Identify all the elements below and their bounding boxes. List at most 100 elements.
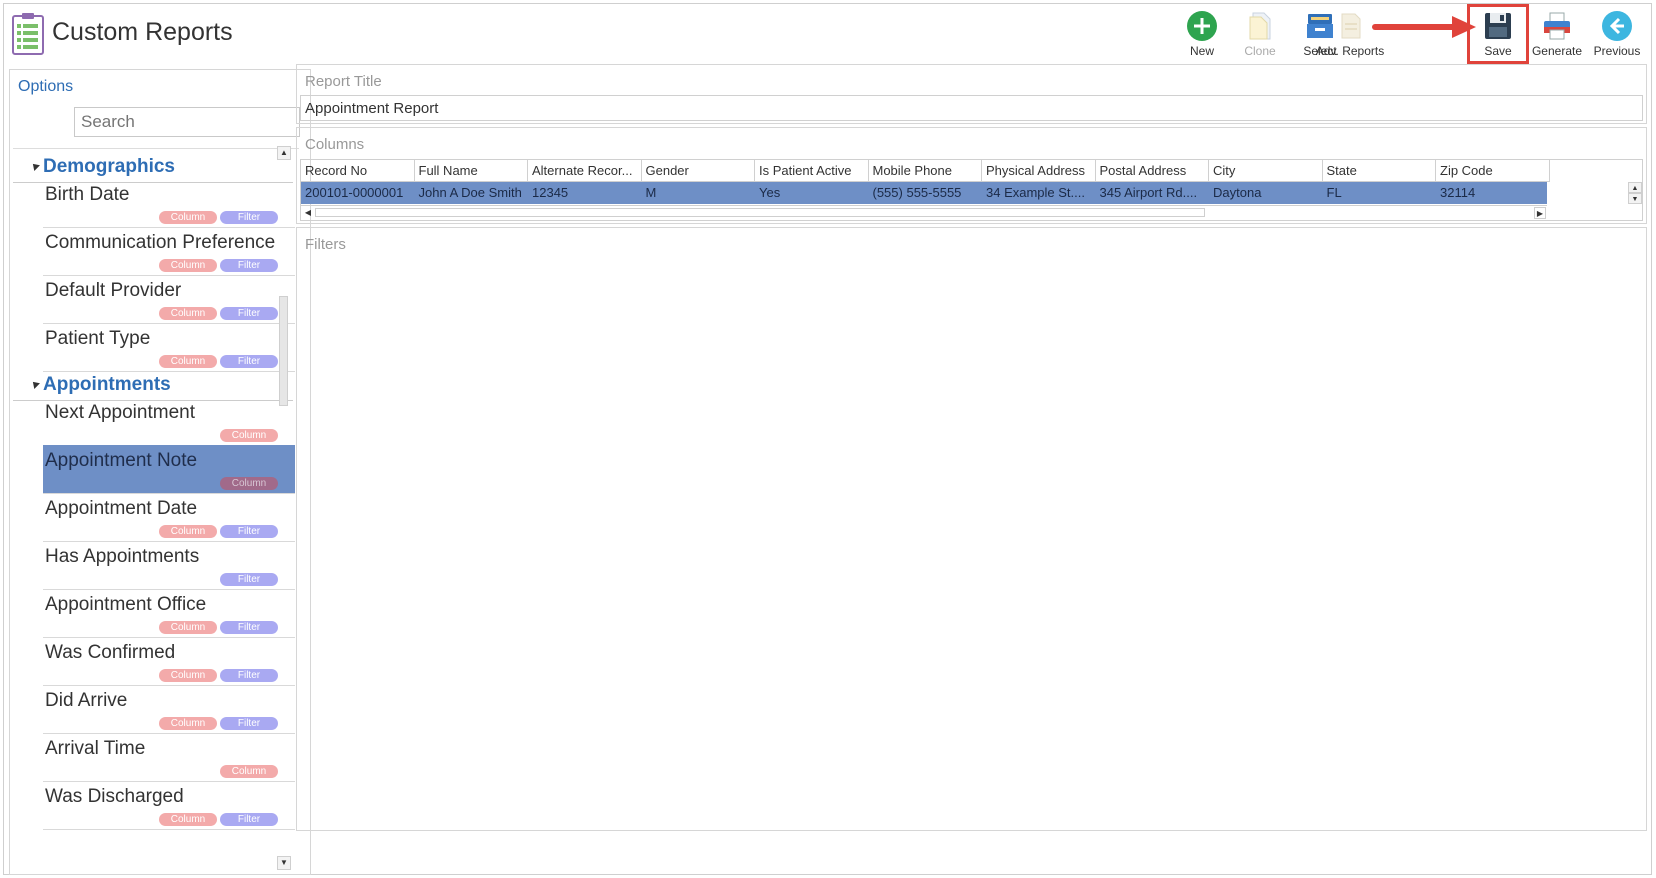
scroll-thumb[interactable] — [315, 208, 1205, 217]
add-icon — [1187, 11, 1217, 41]
scroll-thumb[interactable] — [279, 296, 288, 406]
list-item[interactable]: Communication Preference Column Filter — [43, 227, 295, 276]
column-tag[interactable]: Column — [159, 621, 217, 634]
column-tag[interactable]: Column — [159, 525, 217, 538]
filter-tag[interactable]: Filter — [220, 355, 278, 368]
column-header[interactable]: Is Patient Active — [755, 160, 869, 182]
column-header[interactable]: Alternate Recor... — [528, 160, 642, 182]
filter-tag[interactable]: Filter — [220, 669, 278, 682]
column-tag[interactable]: Column — [220, 477, 278, 490]
column-header[interactable]: Physical Address — [982, 160, 1096, 182]
list-item-label: Was Discharged — [45, 786, 184, 807]
columns-grid: ▲ ▼ ◀ ▶ Record No Full Name Alternate Reco… — [300, 159, 1643, 221]
grid-horizontal-scrollbar[interactable]: ◀ ▶ — [301, 205, 1547, 220]
grid-vertical-scrollbar[interactable]: ▲ ▼ — [1628, 182, 1642, 204]
table-cell[interactable]: John A Doe Smith — [415, 182, 529, 204]
filter-tag[interactable]: Filter — [220, 813, 278, 826]
column-header[interactable]: Gender — [641, 160, 755, 182]
column-tag[interactable]: Column — [220, 765, 278, 778]
column-header[interactable]: City — [1209, 160, 1323, 182]
list-item-label: Birth Date — [45, 184, 130, 205]
list-item[interactable]: Appointment Office Column Filter — [43, 589, 295, 638]
scroll-down-icon[interactable]: ▼ — [277, 856, 291, 870]
scroll-up-icon[interactable]: ▲ — [277, 146, 291, 160]
table-cell[interactable]: 32114 — [1436, 182, 1550, 204]
collapse-triangle-icon[interactable] — [30, 161, 40, 171]
column-tag[interactable]: Column — [220, 429, 278, 442]
scroll-up-icon[interactable]: ▲ — [1628, 182, 1642, 193]
table-cell[interactable]: 200101-0000001 — [301, 182, 415, 204]
collapse-triangle-icon[interactable] — [30, 379, 40, 389]
scroll-right-icon[interactable]: ▶ — [1534, 207, 1546, 219]
column-header[interactable]: Record No — [301, 160, 415, 182]
filter-tag[interactable]: Filter — [220, 307, 278, 320]
columns-section: Columns ▲ ▼ ◀ ▶ Record No Full Name Altern… — [296, 127, 1647, 224]
list-item[interactable]: Appointment Note Column — [43, 445, 295, 494]
list-item[interactable]: Patient Type Column Filter — [43, 323, 295, 372]
list-item-label: Has Appointments — [45, 546, 200, 567]
column-tag[interactable]: Column — [159, 307, 217, 320]
adv-reports-button[interactable]: Adv. Reports — [1309, 6, 1391, 62]
column-header[interactable]: Postal Address — [1095, 160, 1209, 182]
list-item-label: Appointment Note — [45, 450, 198, 471]
search-input[interactable] — [74, 107, 300, 137]
group-header-appointments[interactable]: Appointments — [13, 371, 293, 401]
custom-reports-window: Custom Reports New Clone Select Adv. Rep… — [3, 3, 1652, 875]
column-tag[interactable]: Column — [159, 813, 217, 826]
filter-tag[interactable]: Filter — [220, 621, 278, 634]
options-scrollbar[interactable]: ▲ ▼ — [277, 146, 291, 870]
table-cell[interactable]: FL — [1323, 182, 1437, 204]
previous-button[interactable]: Previous — [1582, 6, 1652, 62]
back-arrow-icon — [1602, 11, 1632, 41]
column-header[interactable]: Mobile Phone — [868, 160, 982, 182]
list-item-label: Appointment Date — [45, 498, 198, 519]
header: Custom Reports New Clone Select Adv. Rep… — [4, 4, 1651, 64]
filter-tag[interactable]: Filter — [220, 525, 278, 538]
filters-label: Filters — [305, 236, 346, 253]
scroll-down-icon[interactable]: ▼ — [1628, 193, 1642, 204]
table-cell[interactable]: M — [642, 182, 756, 204]
filter-tag[interactable]: Filter — [220, 211, 278, 224]
table-cell[interactable]: 12345 — [528, 182, 642, 204]
list-item[interactable]: Next Appointment Column — [43, 397, 295, 446]
table-cell[interactable]: 34 Example St.... — [982, 182, 1096, 204]
table-cell[interactable]: Daytona — [1209, 182, 1323, 204]
clone-icon — [1249, 12, 1271, 40]
advanced-reports-icon — [1341, 13, 1361, 39]
group-header-demographics[interactable]: Demographics — [13, 153, 293, 183]
report-title-section: Report Title Appointment Report — [296, 64, 1647, 124]
column-header[interactable]: Zip Code — [1436, 160, 1550, 182]
list-item-label: Communication Preference — [45, 232, 276, 253]
report-title-input[interactable]: Appointment Report — [300, 95, 1643, 121]
list-item[interactable]: Was Discharged Column Filter — [43, 781, 295, 830]
column-tag[interactable]: Column — [159, 669, 217, 682]
list-item[interactable]: Birth Date Column Filter — [43, 179, 295, 228]
list-item-label: Appointment Office — [45, 594, 207, 615]
list-item[interactable]: Arrival Time Column — [43, 733, 295, 782]
list-item-label: Patient Type — [45, 328, 151, 349]
column-tag[interactable]: Column — [159, 259, 217, 272]
filter-tag[interactable]: Filter — [220, 259, 278, 272]
group-title: Demographics — [43, 156, 175, 177]
list-item-label: Was Confirmed — [45, 642, 176, 663]
list-item[interactable]: Has Appointments Filter — [43, 541, 295, 590]
filter-tag[interactable]: Filter — [220, 573, 278, 586]
list-item[interactable]: Was Confirmed Column Filter — [43, 637, 295, 686]
list-item-label: Default Provider — [45, 280, 182, 301]
printer-icon — [1544, 12, 1570, 40]
list-item[interactable]: Default Provider Column Filter — [43, 275, 295, 324]
table-cell[interactable]: Yes — [755, 182, 869, 204]
column-header[interactable]: State — [1322, 160, 1436, 182]
column-tag[interactable]: Column — [159, 211, 217, 224]
column-tag[interactable]: Column — [159, 355, 217, 368]
list-item-label: Arrival Time — [45, 738, 146, 759]
table-cell[interactable]: 345 Airport Rd.... — [1096, 182, 1210, 204]
scroll-left-icon[interactable]: ◀ — [302, 207, 314, 219]
filter-tag[interactable]: Filter — [220, 717, 278, 730]
column-tag[interactable]: Column — [159, 717, 217, 730]
table-cell[interactable]: (555) 555-5555 — [869, 182, 983, 204]
column-header[interactable]: Full Name — [414, 160, 528, 182]
list-item[interactable]: Appointment Date Column Filter — [43, 493, 295, 542]
list-item[interactable]: Did Arrive Column Filter — [43, 685, 295, 734]
page-title: Custom Reports — [52, 18, 233, 46]
